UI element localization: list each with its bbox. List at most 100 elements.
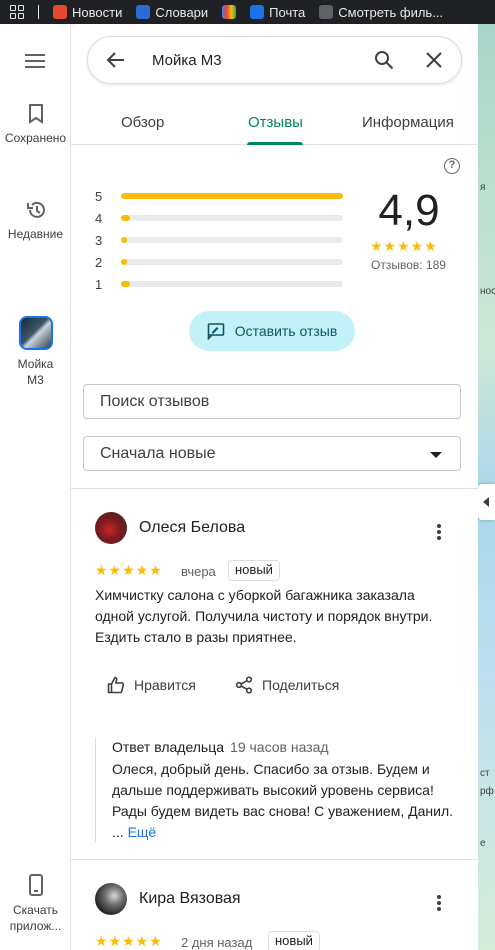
more-link[interactable]: Ещё [128,824,157,840]
rating-distribution-row: 1 [95,276,345,292]
active-tab-indicator [247,142,303,145]
bookmark-label: Смотреть филь... [338,4,444,20]
mail-favicon-icon [250,5,265,19]
apps-grid-icon[interactable] [10,5,24,19]
place-thumbnail [18,316,53,350]
history-icon [26,201,45,218]
tab-reviews[interactable]: Отзывы [248,114,303,131]
new-badge: новый [268,931,320,950]
rail-saved-label: Сохранено [4,131,67,145]
review-date: вчера [181,564,216,579]
avatar[interactable] [95,512,127,544]
distribution-label: 1 [95,276,103,292]
rail-place-label: Мойка М3 [17,357,54,387]
thumb-up-icon [107,676,125,694]
search-icon[interactable] [374,50,394,70]
new-badge: новый [228,560,280,581]
average-rating-stars: ★★★★★ [370,238,438,254]
sort-select[interactable]: Сначала новые [83,436,461,471]
bookmarks-separator [38,5,39,19]
tab-overview[interactable]: Обзор [121,114,164,131]
bookmark-label: Новости [72,4,123,20]
review-count[interactable]: Отзывов: 189 [371,258,446,272]
distribution-label: 4 [95,210,103,226]
more-options-icon[interactable] [437,895,441,913]
rail-saved[interactable]: Сохранено [0,104,71,146]
bookmark-mail[interactable]: Почта [250,5,305,20]
review-stars: ★★★★★ [95,562,163,578]
owner-reply: Ответ владельца 19 часов назад Олеся, доб… [95,738,455,843]
distribution-bar-fill [121,281,130,287]
rail-install-label: Скачать прилож... [9,903,62,933]
review-text: Химчистку салона с уборкой багажника зак… [95,587,433,645]
distribution-bar-fill [121,259,127,265]
tab-info[interactable]: Информация [362,114,454,131]
menu-icon[interactable] [25,54,45,68]
bookmark-news[interactable]: Новости [53,5,122,20]
distribution-label: 3 [95,232,103,248]
gmail-favicon-icon [222,5,237,19]
bookmarks-bar: Новости Словари Почта Смотреть филь... [0,0,495,24]
review-divider [71,859,478,860]
share-label: Поделиться [262,677,340,693]
share-button[interactable]: Поделиться [235,676,339,694]
bookmark-movies[interactable]: Смотреть филь... [319,5,443,20]
avatar[interactable] [95,883,127,915]
rating-distribution-row: 2 [95,254,345,270]
bookmark-icon [28,104,43,124]
distribution-bar [121,237,343,243]
review-author[interactable]: Олеся Белова [139,519,245,537]
review-date: 2 дня назад [181,935,253,950]
hd-favicon-icon [319,5,334,19]
side-rail: Сохранено Недавние Мойка М3 Скачать прил… [0,24,71,950]
dropdown-arrow-icon [430,452,442,458]
search-input[interactable]: Мойка М3 [152,52,222,69]
help-icon[interactable]: ? [444,158,460,174]
map-label: е [480,838,486,849]
distribution-bar-fill [121,193,343,199]
distribution-bar-fill [121,237,127,243]
map-view[interactable]: я нос ст рф е [478,24,495,950]
news-favicon-icon [53,5,67,19]
dictionary-favicon-icon [136,5,151,19]
map-label: я [480,182,486,193]
share-icon [235,676,253,694]
review-search-input[interactable]: Поиск отзывов [83,384,461,419]
place-panel: Мойка М3 Обзор Отзывы Информация ? 5 4 3… [71,24,478,950]
write-review-button[interactable]: Оставить отзыв [189,311,355,351]
rail-install-app[interactable]: Скачать прилож... [0,874,71,934]
rail-recent[interactable]: Недавние [0,200,71,242]
owner-reply-title: Ответ владельца [112,739,225,755]
rate-review-icon [207,323,225,340]
rating-distribution-row: 4 [95,210,345,226]
bookmark-label: Словари [155,4,209,20]
distribution-bar [121,281,343,287]
like-button[interactable]: Нравится [107,676,196,694]
owner-reply-body: Олеся, добрый день. Спасибо за отзыв. Бу… [112,759,455,843]
close-icon[interactable] [425,51,443,69]
more-options-icon[interactable] [437,524,441,542]
rail-recent-label: Недавние [7,227,64,241]
search-box[interactable]: Мойка М3 [87,36,462,84]
owner-reply-time: 19 часов назад [230,739,329,755]
review-stars: ★★★★★ [95,933,163,949]
rating-distribution-row: 3 [95,232,345,248]
bookmark-gmail[interactable] [222,5,237,19]
rail-place[interactable]: Мойка М3 [0,316,71,388]
like-label: Нравится [134,677,196,693]
review-author[interactable]: Кира Вязовая [139,890,241,908]
distribution-bar [121,259,343,265]
bookmark-dictionaries[interactable]: Словари [136,5,208,20]
map-label: ст [480,768,490,779]
collapse-panel-button[interactable] [478,484,495,520]
review-search-placeholder: Поиск отзывов [100,392,210,410]
owner-reply-header: Ответ владельца 19 часов назад [112,738,455,756]
write-review-label: Оставить отзыв [234,323,338,339]
tab-bar: Обзор Отзывы Информация [71,100,478,145]
rating-distribution-row: 5 [95,188,345,204]
distribution-bar [121,215,343,221]
back-arrow-icon[interactable] [106,50,126,70]
average-rating: 4,9 [378,186,440,235]
owner-reply-text: Олеся, добрый день. Спасибо за отзыв. Бу… [112,761,453,840]
distribution-label: 2 [95,254,103,270]
